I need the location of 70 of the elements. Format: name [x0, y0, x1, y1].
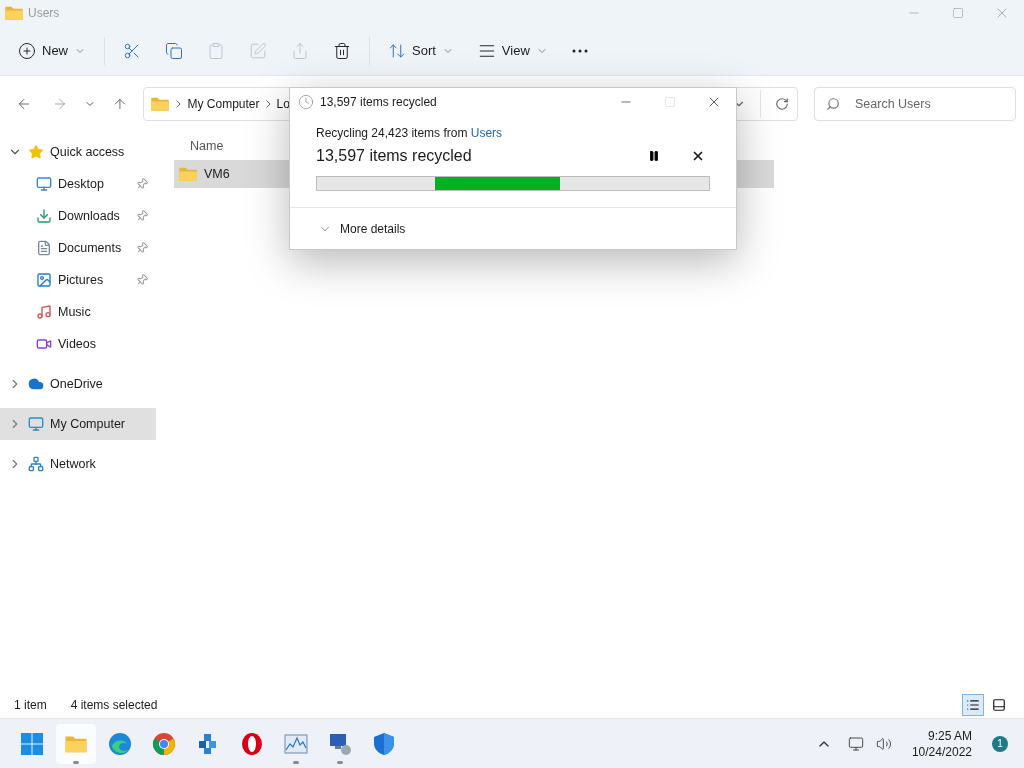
- more-details-button[interactable]: More details: [318, 219, 406, 238]
- music-icon: [36, 304, 52, 320]
- clock-icon: [298, 94, 314, 110]
- window-title: Users: [28, 5, 60, 22]
- windows-logo-icon[interactable]: [20, 731, 44, 756]
- computer-icon: [28, 416, 44, 432]
- sidebar-item[interactable]: Documents: [0, 232, 156, 264]
- separator-icon: [176, 100, 182, 108]
- sidebar-item[interactable]: Pictures: [0, 264, 156, 296]
- back-icon[interactable]: [16, 96, 32, 112]
- maximize-icon: [664, 96, 676, 108]
- star-icon: [28, 144, 44, 160]
- document-icon: [36, 240, 52, 256]
- separator-icon: [265, 100, 271, 108]
- notification-badge[interactable]: 1: [992, 735, 1008, 752]
- opera-icon[interactable]: [240, 731, 264, 756]
- cloud-icon: [28, 376, 44, 392]
- share-icon: [291, 41, 309, 60]
- pause-icon: [648, 150, 660, 162]
- new-button[interactable]: New: [8, 32, 96, 69]
- rename-icon: [249, 41, 267, 60]
- progress-heading: 13,597 items recycled: [316, 146, 473, 166]
- sidebar-item[interactable]: Downloads: [0, 200, 156, 232]
- dialog-title: 13,597 items recycled: [320, 94, 437, 111]
- scissors-icon: [123, 41, 141, 60]
- sidebar-item[interactable]: Videos: [0, 328, 156, 360]
- shield-icon[interactable]: [372, 731, 396, 756]
- file-name: VM6: [204, 165, 230, 183]
- sidebar-item[interactable]: My Computer: [0, 408, 156, 440]
- desktop-icon: [36, 176, 52, 192]
- sidebar-item[interactable]: Network: [0, 448, 156, 480]
- list-icon: [966, 698, 980, 712]
- wave-circle-icon[interactable]: [108, 731, 132, 756]
- source-link[interactable]: Users: [470, 126, 503, 140]
- video-icon: [36, 336, 52, 352]
- sidebar-item[interactable]: Quick access: [0, 136, 156, 168]
- item-count: 1 item: [14, 697, 47, 714]
- network-status-icon[interactable]: [847, 735, 864, 752]
- search-icon: [826, 97, 840, 111]
- copy-icon: [165, 41, 183, 60]
- more-icon: [571, 48, 588, 53]
- picture-icon: [36, 272, 52, 288]
- restore-icon: [952, 7, 964, 19]
- recycling-status-text: Recycling 24,423 items from Users: [316, 125, 504, 142]
- network-icon: [28, 456, 44, 472]
- column-header[interactable]: Name: [174, 136, 224, 156]
- volume-icon[interactable]: [875, 735, 892, 752]
- plus-circle-icon: [18, 41, 36, 60]
- chart-window-icon[interactable]: [284, 731, 308, 756]
- trash-icon: [333, 41, 351, 60]
- clock-date[interactable]: 10/24/2022: [911, 743, 972, 760]
- refresh-icon[interactable]: [775, 97, 789, 111]
- clipboard-icon: [207, 41, 225, 60]
- cancel-icon: [691, 149, 705, 163]
- sidebar-item[interactable]: OneDrive: [0, 368, 156, 400]
- view-button[interactable]: View: [467, 32, 558, 69]
- clock-time[interactable]: 9:25 AM: [927, 727, 972, 744]
- remote-computer-icon[interactable]: [328, 731, 352, 756]
- sidebar-item[interactable]: Desktop: [0, 168, 156, 200]
- sort-icon: [388, 41, 406, 60]
- search-field[interactable]: Search Users: [814, 87, 1016, 121]
- download-icon: [36, 208, 52, 224]
- tiles-icon: [992, 698, 1006, 712]
- details-view-button[interactable]: [962, 694, 984, 716]
- breadcrumb[interactable]: My Computer: [187, 95, 260, 113]
- sort-button[interactable]: Sort: [378, 32, 464, 69]
- chrome-icon[interactable]: [152, 731, 176, 756]
- breadcrumb[interactable]: Lo: [276, 95, 290, 113]
- selection-count: 4 items selected: [70, 697, 158, 714]
- sidebar-item[interactable]: Music: [0, 296, 156, 328]
